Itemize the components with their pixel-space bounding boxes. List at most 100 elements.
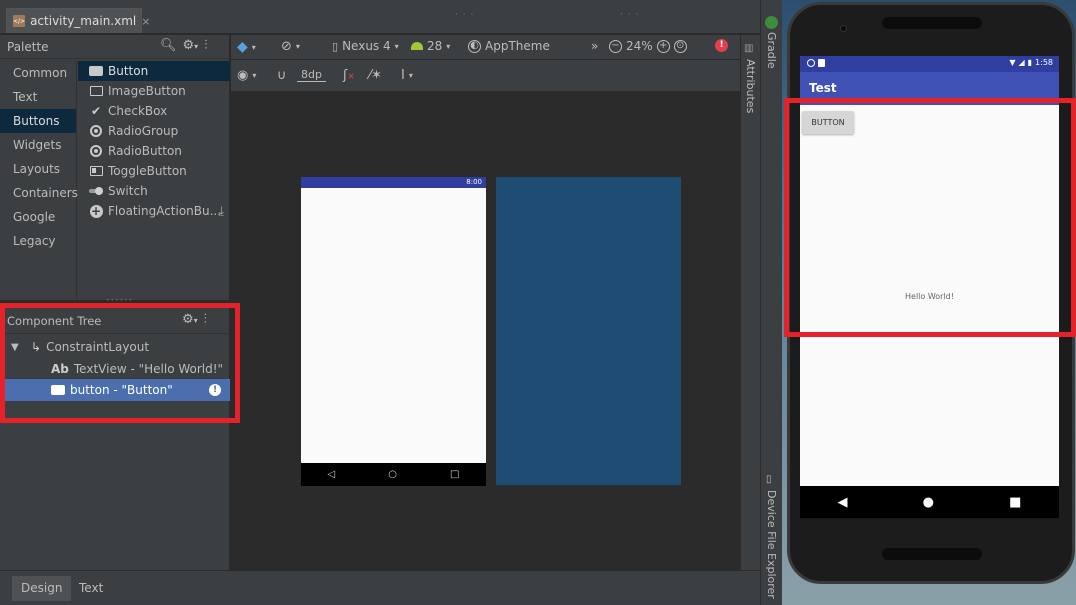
palette-categories: Common Text Buttons Widgets Layouts Cont… <box>0 61 78 300</box>
image-button-icon <box>89 85 103 97</box>
palette-category-containers[interactable]: Containers <box>0 181 78 205</box>
attributes-tool-tab[interactable]: Attributes <box>744 59 757 113</box>
constraint-toolbar: ◉ ▾ ∪ 8dp ʃ× ⁄✶ I ▾ <box>231 60 740 92</box>
phone-icon: ▯ <box>332 39 339 53</box>
tree-row-button[interactable]: button - "Button" ! <box>0 379 230 401</box>
emulator-screen[interactable]: ▼ ◢ ▮ 1:58 Test BUTTON Hello World! ◀ ● … <box>800 56 1059 518</box>
close-tab-icon[interactable]: × <box>141 15 150 28</box>
palette-item-checkbox[interactable]: ✔ CheckBox <box>78 101 230 121</box>
layers-icon: ◆ <box>237 39 248 55</box>
theme-icon: ◐ <box>468 39 481 53</box>
overflow-button[interactable]: » <box>591 39 598 53</box>
palette-item-label: FloatingActionBu... <box>108 204 222 218</box>
gear-icon[interactable]: ⚙▾ <box>182 312 198 327</box>
app-button[interactable]: BUTTON <box>802 111 854 134</box>
palette-item-togglebutton[interactable]: ToggleButton <box>78 161 230 181</box>
palette-item-radiobutton[interactable]: RadioButton <box>78 141 230 161</box>
notification-icons <box>807 59 825 67</box>
tab-design[interactable]: Design <box>12 576 72 601</box>
palette-item-label: RadioGroup <box>108 124 179 138</box>
error-icon: ! <box>715 39 728 52</box>
palette-header-icons: 🔍︎ ⚙▾ ⫶ <box>160 38 207 53</box>
palette-item-label: RadioButton <box>108 144 182 158</box>
app-title: Test <box>809 81 837 95</box>
gradle-icon <box>765 16 778 29</box>
palette-category-widgets[interactable]: Widgets <box>0 133 76 157</box>
overflow-icon: » <box>591 39 599 53</box>
tree-row-textview[interactable]: Ab TextView - "Hello World!" <box>0 358 230 380</box>
guideline-icon: I <box>401 68 405 83</box>
panel-splitter-handle[interactable]: •••••• <box>106 297 132 304</box>
back-icon: ◁ <box>327 469 336 480</box>
orientation-dropdown[interactable]: ⊘ ▾ <box>281 39 300 54</box>
palette-category-common[interactable]: Common <box>0 61 76 85</box>
blueprint-preview[interactable] <box>496 177 681 485</box>
design-preview-screen[interactable]: 8:00 ◁ ○ □ <box>301 177 486 486</box>
editor-tab-activity-main[interactable]: </> activity_main.xml × <box>6 8 150 33</box>
palette-category-buttons[interactable]: Buttons <box>0 109 76 133</box>
device-label: Nexus 4 <box>342 39 391 53</box>
search-icon[interactable]: 🔍︎ <box>160 38 177 53</box>
zoom-out-icon[interactable]: − <box>609 39 622 53</box>
palette-item-switch[interactable]: Switch <box>78 181 230 201</box>
device-file-explorer-tab[interactable]: Device File Explorer <box>765 490 778 599</box>
download-icon[interactable]: ⤓ <box>219 204 224 219</box>
palette-item-label: ToggleButton <box>108 164 187 178</box>
theme-selector[interactable]: ◐ AppTheme <box>468 39 550 53</box>
back-icon[interactable]: ◀ <box>838 495 848 510</box>
clear-constraints-button[interactable]: ʃ× <box>343 68 355 83</box>
palette-item-fab[interactable]: + FloatingActionBu... ⤓ <box>78 201 230 221</box>
button-icon <box>51 385 65 395</box>
palette-category-legacy[interactable]: Legacy <box>0 229 76 253</box>
palette-items: Button ImageButton ✔ CheckBox RadioGroup… <box>78 61 230 221</box>
palette-item-imagebutton[interactable]: ImageButton <box>78 81 230 101</box>
component-tree-header-icons: ⚙▾ ⫶ <box>182 312 207 327</box>
divider-dots: · · · <box>620 10 640 20</box>
default-margin-field[interactable]: 8dp <box>297 68 326 82</box>
api-dropdown[interactable]: 28 ▾ <box>411 39 450 53</box>
home-icon: ○ <box>388 469 397 480</box>
margin-value: 8dp <box>297 68 326 82</box>
gradle-strip: Gradle ▯ Device File Explorer <box>760 0 782 605</box>
status-icons: ▼ ◢ ▮ 1:58 <box>1009 58 1053 67</box>
expand-triangle-icon[interactable]: ▼ <box>11 342 25 353</box>
hide-panel-icon[interactable]: ⫶ <box>204 312 207 327</box>
notification-icon <box>807 59 815 67</box>
palette-item-button[interactable]: Button <box>78 61 230 81</box>
checkmark-icon: ✔ <box>90 104 102 118</box>
palette-panel: Palette 🔍︎ ⚙▾ ⫶ Common Text Buttons Widg… <box>0 35 230 300</box>
design-surface-dropdown[interactable]: ◆ ▾ <box>237 39 256 55</box>
palette-category-layouts[interactable]: Layouts <box>0 157 76 181</box>
button-icon <box>89 65 103 77</box>
palette-category-text[interactable]: Text <box>0 85 76 109</box>
zoom-in-icon[interactable]: + <box>656 39 670 53</box>
tree-row-constraintlayout[interactable]: ▼ ↳ ConstraintLayout <box>0 336 230 358</box>
palette-item-label: Switch <box>108 184 148 198</box>
rotate-icon: ⊘ <box>281 39 292 54</box>
tab-text[interactable]: Text <box>70 576 112 601</box>
emulator-status-bar: ▼ ◢ ▮ 1:58 <box>800 56 1059 72</box>
zoom-fit-icon[interactable]: ⊙ <box>673 39 687 53</box>
palette-category-google[interactable]: Google <box>0 205 76 229</box>
recents-icon[interactable]: ■ <box>1009 495 1021 510</box>
home-icon[interactable]: ● <box>923 495 934 510</box>
clear-constraints-icon: ʃ× <box>343 68 355 83</box>
emulator-nav-bar: ◀ ● ■ <box>800 486 1059 518</box>
gradle-tool-tab[interactable]: Gradle <box>765 32 778 69</box>
device-explorer-icon: ▯ <box>766 474 772 485</box>
warning-icon[interactable]: ! <box>209 384 221 396</box>
infer-constraints-button[interactable]: ⁄✶ <box>369 68 382 83</box>
error-indicator[interactable]: ! <box>715 39 728 52</box>
palette-title: Palette <box>7 40 49 54</box>
gear-icon[interactable]: ⚙▾ <box>183 38 199 53</box>
autoconnect-toggle[interactable]: ∪ <box>277 68 287 83</box>
tree-row-label: ConstraintLayout <box>46 340 150 354</box>
view-options-dropdown[interactable]: ◉ ▾ <box>237 68 256 83</box>
hide-panel-icon[interactable]: ⫶ <box>204 38 207 53</box>
device-dropdown[interactable]: ▯ Nexus 4 ▾ <box>332 39 399 53</box>
palette-item-radiogroup[interactable]: RadioGroup <box>78 121 230 141</box>
tree-row-label: button - "Button" <box>70 383 173 397</box>
editor-tab-bar: </> activity_main.xml × · · · · · · <box>0 0 760 34</box>
guidelines-dropdown[interactable]: I ▾ <box>401 68 413 83</box>
front-camera <box>840 25 847 32</box>
